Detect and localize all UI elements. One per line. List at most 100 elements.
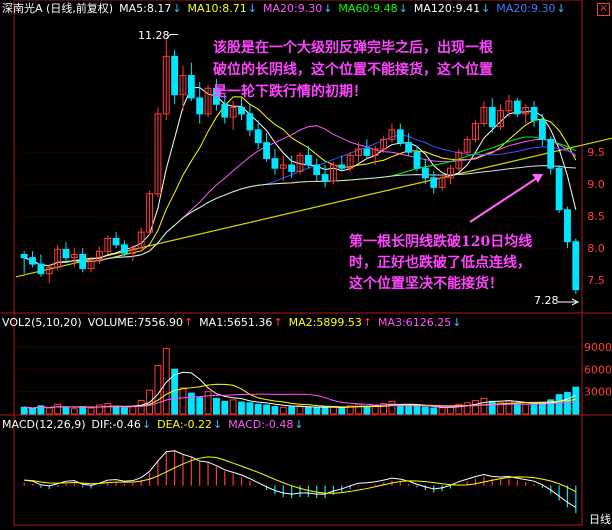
volume-bar <box>29 408 36 415</box>
period-label: 日线 <box>589 513 611 526</box>
volume-bar <box>204 391 212 415</box>
volume-bar <box>112 406 120 415</box>
price-indicator-arrow-icon: ↓ <box>323 2 333 15</box>
volume-indicator-arrow-icon: ↑ <box>273 316 283 329</box>
macd-indicator-2: DEA:-0.22 <box>157 418 213 431</box>
volume-bar <box>246 402 254 415</box>
volume-bar <box>313 407 321 415</box>
top-annotation-line: 是一轮下跌行情的初期！ <box>213 84 367 100</box>
volume-bar <box>162 347 170 415</box>
candle-body <box>79 253 87 270</box>
high-price-label: 11.28 <box>138 29 170 42</box>
candle-body <box>246 113 254 131</box>
volume-bar <box>154 365 162 415</box>
price-indicator-3: MA60:9.48 <box>338 2 398 15</box>
candle-body <box>313 164 321 176</box>
price-indicator-arrow-icon: ↓ <box>172 2 182 15</box>
volume-indicator-arrow-icon: ↑ <box>362 316 373 329</box>
candle-body <box>555 167 563 211</box>
candle-body <box>430 177 438 188</box>
price-indicator-arrow-icon: ↓ <box>247 2 257 15</box>
candle-body <box>530 106 538 121</box>
candle-body <box>304 154 312 166</box>
volume-bar <box>296 405 304 415</box>
candle-body <box>538 119 546 140</box>
volume-bar <box>254 403 262 415</box>
volume-bar <box>355 403 362 415</box>
volume-bar <box>463 402 471 415</box>
close-icon: × <box>599 3 608 14</box>
volume-bar <box>330 406 337 415</box>
price-tick-label: 7.5 <box>587 274 605 287</box>
candle-body <box>396 129 404 144</box>
volume-bar <box>238 401 245 415</box>
candle-body <box>572 241 580 291</box>
top-annotation-line: 破位的长阴线，这个位置不能接货，这个位置 <box>213 62 493 78</box>
volume-indicator-1: VOLUME:7556.90 <box>87 316 183 329</box>
volume-bar <box>271 406 279 415</box>
volume-bar <box>304 406 312 415</box>
volume-bar <box>137 400 145 415</box>
volume-bar <box>321 407 329 415</box>
volume-bar <box>538 402 546 415</box>
price-indicator-4: MA120:9.41 <box>413 2 481 15</box>
volume-bar <box>263 404 270 415</box>
volume-tick-label: 3000 <box>584 386 612 399</box>
price-indicator-1: MA10:8.71 <box>187 2 247 15</box>
price-tick-label: 9.0 <box>587 178 605 191</box>
macd-indicator-arrow-icon: ↓ <box>213 418 223 431</box>
price-tick-label: 9.5 <box>587 146 605 159</box>
candle-body <box>488 106 496 128</box>
bottom-annotation-line: 时，正好也跌破了低点连线， <box>349 255 531 271</box>
volume-bar <box>438 407 446 415</box>
volume-bar <box>62 406 70 415</box>
candle-body <box>196 97 204 115</box>
volume-bar <box>413 406 421 415</box>
candle-body <box>271 158 279 169</box>
volume-bar <box>104 403 112 415</box>
stock-chart-window: 9.5 9.0 8.5 8.0 7.5 9000 6000 3000 深南光A (日线,前复权… <box>0 0 612 526</box>
candle-body <box>62 248 70 259</box>
price-tick-label: 8.5 <box>587 210 605 223</box>
close-button[interactable]: × <box>597 3 610 16</box>
candle-body <box>288 164 296 172</box>
volume-bar <box>522 403 530 415</box>
dif-line <box>24 450 577 508</box>
volume-bar <box>221 400 229 415</box>
volume-indicator-arrow-icon: ↑ <box>183 316 194 329</box>
candle-body <box>363 148 371 156</box>
low-price-label: 7.28 <box>534 294 559 307</box>
volume-bar <box>95 404 103 415</box>
annotation-arrow <box>469 175 541 223</box>
price-indicator-arrow-icon: ↓ <box>481 2 491 15</box>
volume-bar <box>513 403 521 415</box>
candle-body <box>263 142 270 160</box>
macd-indicator-0: MACD(12,26,9) <box>2 418 86 431</box>
volume-bar <box>338 406 346 415</box>
volume-indicator-0: VOL2(5,10,20) <box>2 316 82 329</box>
top-annotation: 该股是在一个大级别反弹完毕之后，出现一根 破位的长阴线，这个位置不能接货，这个位… <box>213 37 493 103</box>
volume-bar <box>121 407 128 415</box>
volume-bar <box>555 394 563 415</box>
volume-bar <box>196 397 204 415</box>
price-indicator-5: MA20:9.30 <box>496 2 556 15</box>
candle-body <box>338 164 346 169</box>
candle-body <box>171 55 179 96</box>
volume-bar <box>505 400 513 415</box>
volume-bar <box>20 406 28 415</box>
volume-indicator-2: MA1:5651.36 <box>199 316 273 329</box>
volume-bar <box>288 406 296 415</box>
candle-body <box>112 238 120 246</box>
price-indicator-arrow-icon: ↓ <box>556 2 566 15</box>
candle-body <box>405 142 413 153</box>
candle-body <box>20 253 28 259</box>
volume-bar <box>388 400 396 415</box>
volume-bar <box>70 408 78 415</box>
top-annotation-line: 该股是在一个大级别反弹完毕之后，出现一根 <box>213 40 493 56</box>
price-indicator-arrow-icon: ↓ <box>398 2 408 15</box>
volume-header: VOL2(5,10,20) VOLUME:7556.90↑ MA1:5651.36↑… <box>2 314 473 332</box>
macd-indicator-arrow-icon: ↓ <box>294 418 304 431</box>
price-indicator-2: MA20:9.30 <box>262 2 323 15</box>
volume-bar <box>229 399 237 415</box>
candle-body <box>37 263 45 275</box>
